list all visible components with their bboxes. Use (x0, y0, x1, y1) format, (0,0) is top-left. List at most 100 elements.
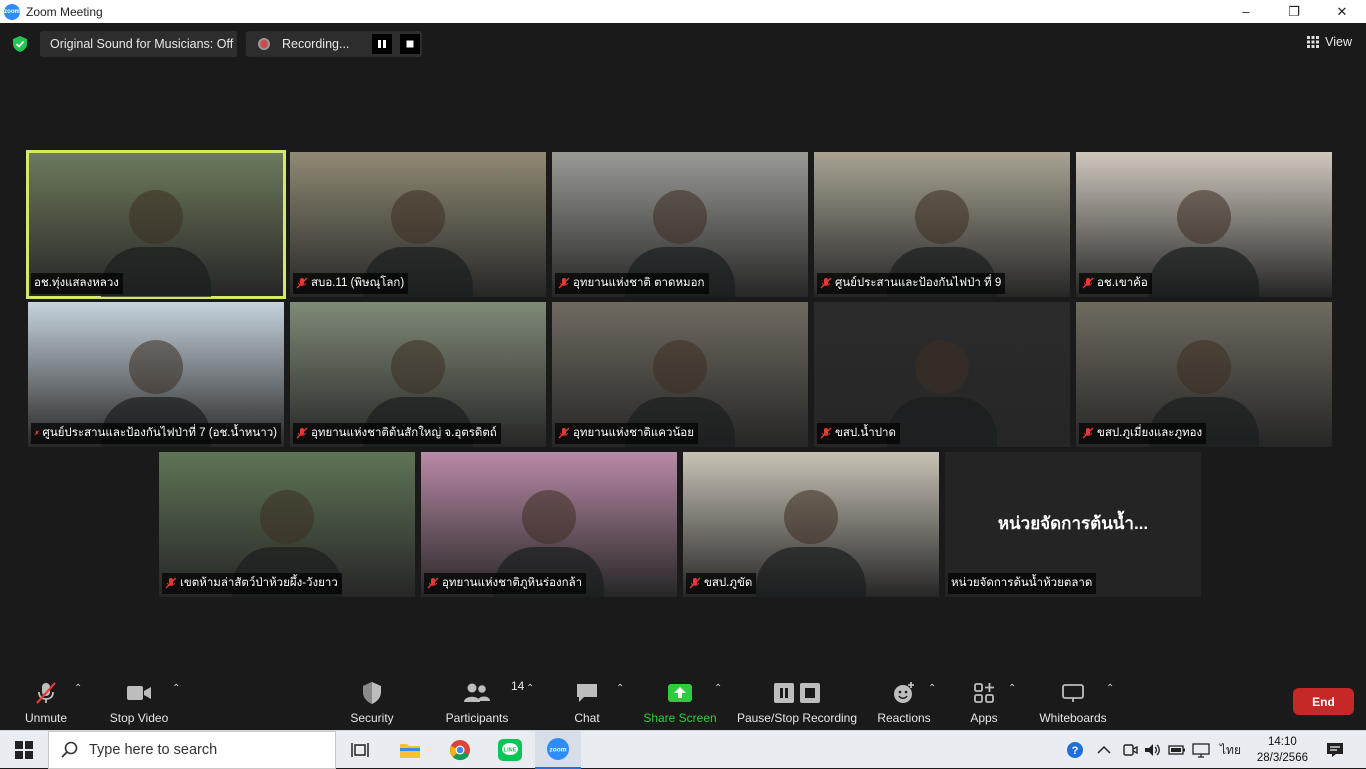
muted-mic-icon (296, 427, 308, 439)
end-meeting-button[interactable]: End (1293, 688, 1354, 715)
file-explorer-taskbar-button[interactable] (388, 731, 432, 769)
zoom-app-icon: zoom (547, 738, 569, 760)
participants-button[interactable]: 14 Participants (444, 679, 525, 725)
participant-name: ศูนย์ประสานและป้องกันไฟป่า ที่ 9 (835, 277, 1002, 289)
share-options-caret-icon[interactable]: ⌃ (714, 683, 722, 694)
maximize-button[interactable]: ❐ (1271, 0, 1317, 23)
minimize-button[interactable]: – (1223, 0, 1269, 23)
participant-video-tile[interactable]: อุทยานแห่งชาติแควน้อย (552, 302, 808, 447)
participant-video-body (756, 547, 866, 597)
unmute-button[interactable]: Unmute (22, 679, 70, 725)
participant-name-bar: อุทยานแห่งชาติภูหินร่องกล้า (424, 573, 587, 594)
apps-button[interactable]: Apps (968, 679, 1000, 725)
participant-video-tile[interactable]: ขสป.ภูเมี่ยงและภูทอง (1076, 302, 1332, 447)
meet-now-icon[interactable] (1122, 731, 1138, 769)
muted-mic-icon (296, 277, 308, 289)
participant-name: อุทยานแห่งชาติต้นสักใหญ่ จ.อุตรดิตถ์ (311, 427, 497, 439)
chat-button[interactable]: Chat (568, 679, 606, 725)
participants-icon (464, 683, 490, 702)
participant-video-tile[interactable]: ขสป.ภูขัด (683, 452, 939, 597)
chrome-icon (450, 740, 470, 761)
chat-caret-icon[interactable]: ⌃ (616, 683, 624, 694)
view-button[interactable]: View (1307, 35, 1352, 49)
participant-name-bar: ขสป.ภูเมี่ยงและภูทอง (1079, 423, 1207, 444)
chrome-taskbar-button[interactable] (438, 731, 482, 769)
chat-bubble-icon (577, 684, 597, 702)
participant-video-tile[interactable]: ศูนย์ประสานและป้องกันไฟป่าที่ 7 (อช.น้ำห… (28, 302, 284, 447)
participant-video-tile[interactable]: หน่วยจัดการต้นน้ำ... หน่วยจัดการต้นน้ำห้ว… (945, 452, 1201, 597)
windows-logo-icon (15, 741, 33, 759)
participant-name-bar: ขสป.น้ำปาด (817, 423, 900, 444)
grid-view-icon (1307, 36, 1320, 48)
participant-name-bar: ศูนย์ประสานและป้องกันไฟป่า ที่ 9 (817, 273, 1006, 294)
network-icon[interactable] (1192, 731, 1210, 769)
pause-icon (378, 40, 386, 48)
participant-name: อุทยานแห่งชาติแควน้อย (573, 427, 694, 439)
zoom-logo-icon: zoom (4, 3, 20, 20)
participant-video-tile[interactable]: อุทยานแห่งชาติภูหินร่องกล้า (421, 452, 677, 597)
original-sound-toggle[interactable]: Original Sound for Musicians: Off (40, 31, 237, 57)
share-screen-button[interactable]: Share Screen (643, 679, 717, 725)
participant-video-tile[interactable]: อุทยานแห่งชาติต้นสักใหญ่ จ.อุตรดิตถ์ (290, 302, 546, 447)
stop-video-label: Stop Video (109, 711, 169, 725)
help-icon[interactable]: ? (1066, 731, 1084, 769)
taskbar-clock[interactable]: 14:10 28/3/2566 (1257, 734, 1308, 766)
participant-video-tile[interactable]: เขตห้ามล่าสัตว์ป่าห้วยผึ้ง-วังยาว (159, 452, 415, 597)
participant-video-tile[interactable]: อช.ทุ่งแสลงหลวง (26, 150, 286, 299)
recording-indicator: Recording... (246, 31, 422, 57)
pause-stop-recording-button[interactable]: Pause/Stop Recording (736, 679, 858, 725)
security-button[interactable]: Security (346, 679, 398, 725)
participant-name-bar: สบอ.11 (พิษณุโลก) (293, 273, 409, 294)
participant-video-feed (1177, 340, 1231, 394)
participant-video-tile[interactable]: อุทยานแห่งชาติ ตาดหมอก (552, 152, 808, 297)
recording-dot-icon (258, 38, 270, 50)
start-button[interactable] (0, 731, 48, 769)
muted-mic-icon (1082, 427, 1094, 439)
recording-label: Recording... (282, 37, 350, 51)
pause-recording-button[interactable] (372, 34, 392, 54)
participant-video-tile[interactable]: สบอ.11 (พิษณุโลก) (290, 152, 546, 297)
battery-icon[interactable] (1168, 731, 1186, 769)
show-hidden-icons-chevron-icon[interactable] (1097, 731, 1111, 769)
participant-name-bar: อุทยานแห่งชาติต้นสักใหญ่ จ.อุตรดิตถ์ (293, 423, 501, 444)
participant-video-feed (784, 490, 838, 544)
close-button[interactable]: ✕ (1319, 0, 1365, 23)
apps-caret-icon[interactable]: ⌃ (1008, 683, 1016, 694)
whiteboards-caret-icon[interactable]: ⌃ (1106, 683, 1114, 694)
muted-mic-icon (36, 682, 56, 704)
taskbar-search-box[interactable]: Type here to search (48, 731, 336, 769)
encryption-shield-icon[interactable] (12, 35, 28, 53)
reactions-button[interactable]: Reactions (876, 679, 932, 725)
participant-video-feed (653, 190, 707, 244)
participant-video-tile[interactable]: ขสป.น้ำปาด (814, 302, 1070, 447)
audio-options-caret-icon[interactable]: ⌃ (74, 683, 82, 694)
participant-display-name: หน่วยจัดการต้นน้ำ... (997, 514, 1149, 533)
participant-video-tile[interactable]: อช.เขาค้อ (1076, 152, 1332, 297)
chat-label: Chat (574, 711, 600, 725)
input-language-indicator[interactable]: ไทย (1220, 731, 1241, 769)
notifications-icon[interactable] (1326, 731, 1344, 769)
participant-name-bar: หน่วยจัดการต้นน้ำห้วยตลาด (948, 573, 1097, 594)
participants-caret-icon[interactable]: ⌃ (526, 683, 534, 694)
participant-name: สบอ.11 (พิษณุโลก) (311, 277, 405, 289)
video-options-caret-icon[interactable]: ⌃ (172, 683, 180, 694)
muted-mic-icon (165, 577, 177, 589)
participant-name-bar: อช.เขาค้อ (1079, 273, 1152, 294)
task-view-button[interactable] (340, 731, 380, 769)
whiteboards-button[interactable]: Whiteboards (1036, 679, 1110, 725)
zoom-taskbar-button[interactable]: zoom (535, 731, 581, 769)
svg-text:zoom: zoom (550, 747, 567, 754)
participant-name: หน่วยจัดการต้นน้ำห้วยตลาด (951, 577, 1093, 589)
unmute-label: Unmute (24, 711, 68, 725)
reactions-caret-icon[interactable]: ⌃ (928, 683, 936, 694)
stop-video-button[interactable]: Stop Video (106, 679, 172, 725)
windows-taskbar: Type here to search LINE zoom ? ไทย 14:1… (0, 730, 1366, 769)
meeting-area: Original Sound for Musicians: Off Record… (0, 23, 1366, 673)
video-camera-icon (127, 686, 151, 700)
participant-name: ขสป.น้ำปาด (835, 427, 896, 439)
line-taskbar-button[interactable]: LINE (488, 731, 532, 769)
stop-recording-button[interactable] (400, 34, 420, 54)
volume-icon[interactable] (1144, 731, 1162, 769)
participant-video-tile[interactable]: ศูนย์ประสานและป้องกันไฟป่า ที่ 9 (814, 152, 1070, 297)
muted-mic-icon (558, 427, 570, 439)
